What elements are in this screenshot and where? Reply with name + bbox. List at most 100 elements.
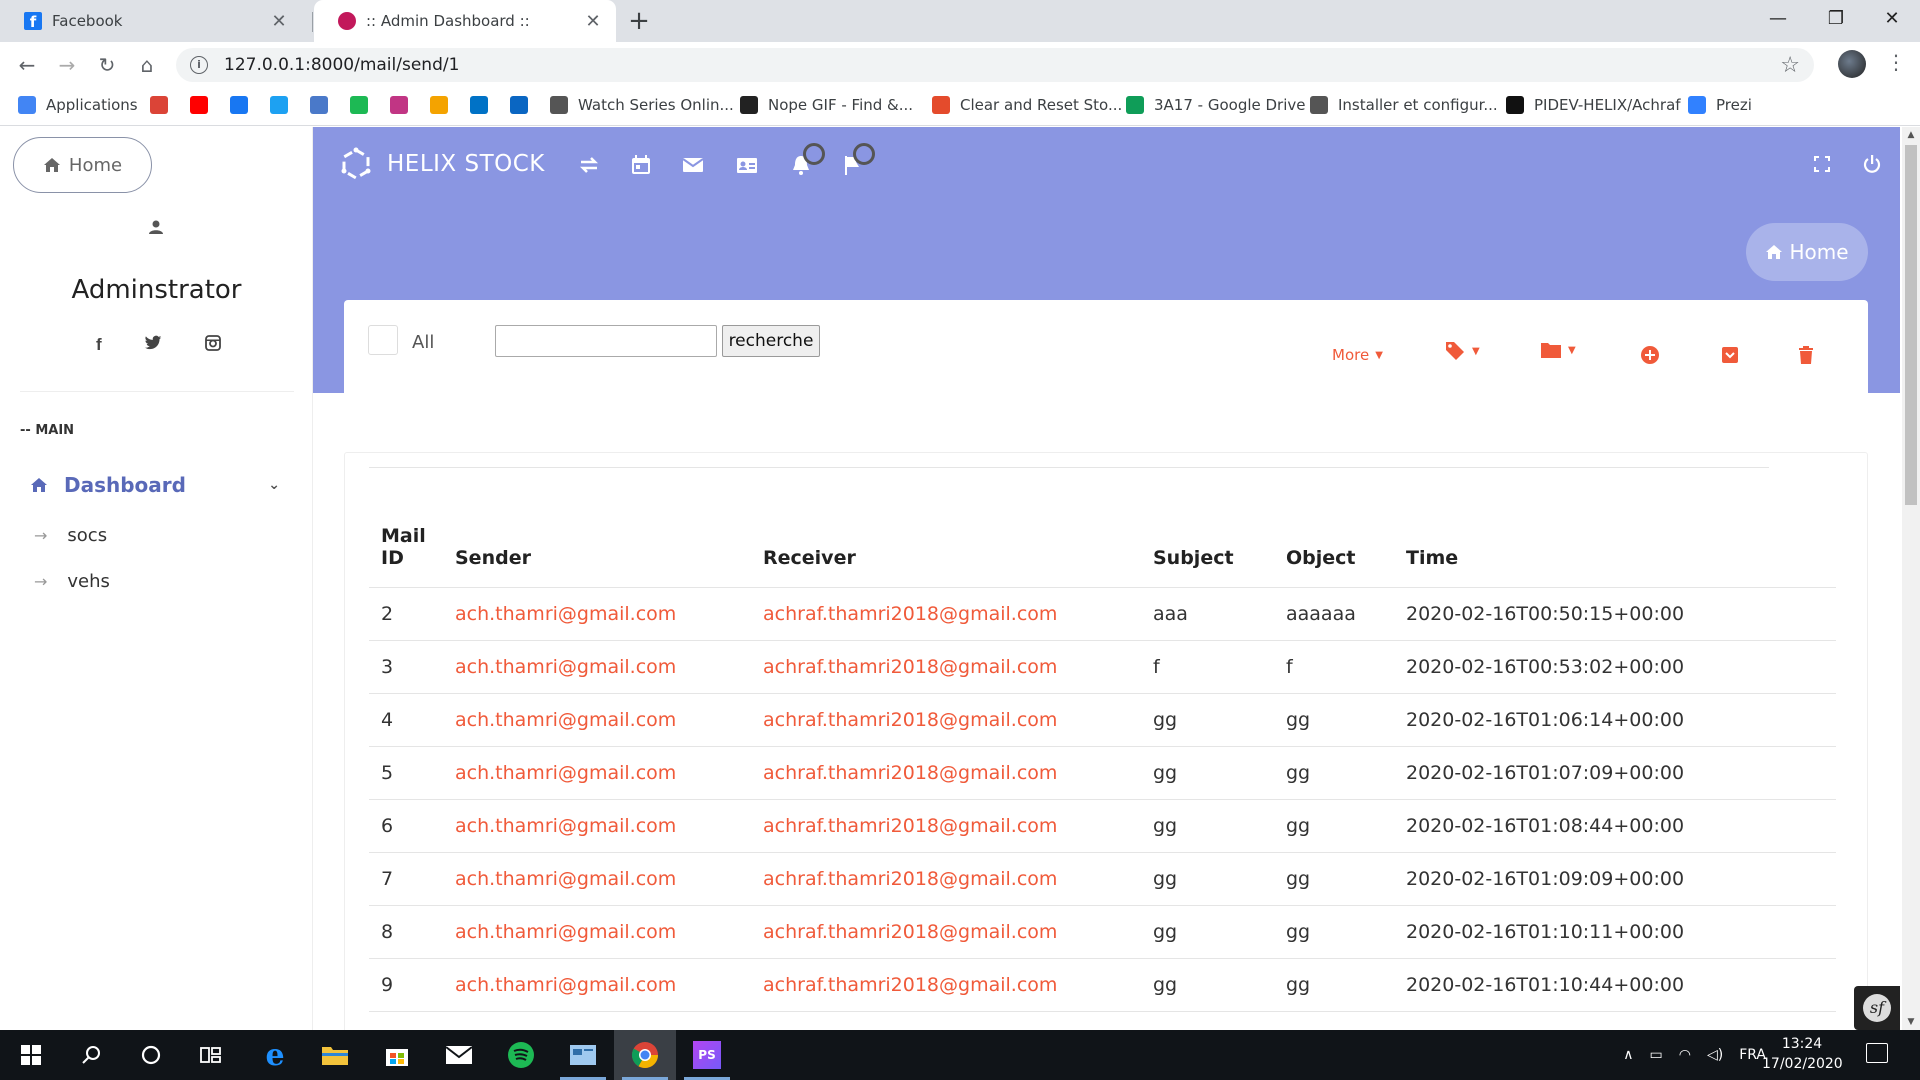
bookmark-item[interactable] [230,86,258,124]
table-row[interactable]: 3 ach.thamri@gmail.com achraf.thamri2018@g… [369,640,1836,694]
twitter-icon[interactable] [144,335,162,351]
receiver-cell[interactable]: achraf.thamri2018@gmail.com [751,640,1141,694]
receiver-cell[interactable]: achraf.thamri2018@gmail.com [751,958,1141,1012]
address-bar[interactable]: i 127.0.0.1:8000/mail/send/1 ☆ [176,48,1814,82]
bookmark-item[interactable]: Installer et configur... [1310,86,1498,124]
table-row[interactable]: 4 ach.thamri@gmail.com achraf.thamri2018@g… [369,693,1836,747]
bookmark-item[interactable] [470,86,498,124]
bookmark-item[interactable] [390,86,418,124]
table-row[interactable]: 9 ach.thamri@gmail.com achraf.thamri2018@g… [369,958,1836,1012]
action-center-icon[interactable] [1866,1043,1888,1063]
bookmark-item[interactable] [150,86,178,124]
sender-cell[interactable]: ach.thamri@gmail.com [443,852,751,906]
home-browser-button[interactable]: ⌂ [132,50,162,80]
reload-button[interactable]: ↻ [92,50,122,80]
sender-cell[interactable]: ach.thamri@gmail.com [443,587,751,641]
site-info-icon[interactable]: i [190,56,208,74]
facebook-icon[interactable]: f [96,335,102,355]
taskbar-clock[interactable]: 13:24 17/02/2020 [1762,1034,1843,1074]
page-scrollbar[interactable]: ▲ ▼ [1902,127,1920,1030]
bookmark-star-icon[interactable]: ☆ [1780,53,1800,78]
power-icon[interactable] [1861,153,1883,175]
taskbar-control-panel[interactable] [552,1030,614,1080]
instagram-icon[interactable] [205,335,221,351]
bookmark-item[interactable]: Applications [18,86,138,124]
receiver-cell[interactable]: achraf.thamri2018@gmail.com [751,852,1141,906]
bookmark-item[interactable]: 3A17 - Google Drive [1126,86,1306,124]
bookmark-item[interactable] [270,86,298,124]
table-row[interactable]: 5 ach.thamri@gmail.com achraf.thamri2018@g… [369,746,1836,800]
sender-cell[interactable]: ach.thamri@gmail.com [443,905,751,959]
column-header-sender[interactable]: Sender [443,481,751,588]
table-row[interactable]: 6 ach.thamri@gmail.com achraf.thamri2018@g… [369,799,1836,853]
bookmark-item[interactable] [350,86,378,124]
sender-cell[interactable]: ach.thamri@gmail.com [443,958,751,1012]
receiver-cell[interactable]: achraf.thamri2018@gmail.com [751,587,1141,641]
receiver-cell[interactable]: achraf.thamri2018@gmail.com [751,905,1141,959]
close-tab-icon[interactable]: ✕ [270,11,288,32]
select-all-checkbox[interactable] [368,325,398,355]
bookmark-item[interactable]: Clear and Reset Sto... [932,86,1122,124]
search-input[interactable] [495,325,717,357]
taskbar-mail[interactable] [428,1030,490,1080]
column-header-mail-id[interactable]: Mail ID [369,481,443,588]
bookmark-item[interactable] [310,86,338,124]
browser-menu-icon[interactable]: ⋮ [1886,50,1906,74]
receiver-cell[interactable]: achraf.thamri2018@gmail.com [751,746,1141,800]
calendar-icon[interactable] [629,153,653,177]
sidebar-item-dashboard[interactable]: Dashboard ⌄ [30,467,280,503]
sidebar-item-socs[interactable]: → socs [34,525,107,546]
search-button[interactable]: recherche [722,325,820,357]
profile-avatar[interactable] [1838,50,1866,78]
sidebar-item-vehs[interactable]: → vehs [34,571,110,592]
tab-facebook[interactable]: f Facebook ✕ [0,0,302,42]
table-row[interactable]: 2 ach.thamri@gmail.com achraf.thamri2018@g… [369,587,1836,641]
fullscreen-icon[interactable] [1811,153,1833,175]
bookmark-item[interactable]: Prezi [1688,86,1752,124]
add-circle-icon[interactable] [1640,345,1660,365]
column-header-object[interactable]: Object [1274,481,1394,588]
archive-icon[interactable] [1720,345,1740,365]
bookmark-item[interactable] [190,86,218,124]
table-row[interactable]: 7 ach.thamri@gmail.com achraf.thamri2018@g… [369,852,1836,906]
contact-card-icon[interactable] [735,153,759,177]
mail-icon[interactable] [681,153,705,177]
table-row[interactable]: 8 ach.thamri@gmail.com achraf.thamri2018@g… [369,905,1836,959]
bookmark-item[interactable]: Watch Series Onlin... [550,86,734,124]
taskbar-phpstorm[interactable]: PS [676,1030,738,1080]
swap-icon[interactable] [577,153,601,177]
tab-admin-dashboard[interactable]: :: Admin Dashboard :: ✕ [314,0,616,42]
new-tab-button[interactable]: + [624,6,654,36]
sender-cell[interactable]: ach.thamri@gmail.com [443,799,751,853]
taskbar-edge[interactable]: e [244,1030,306,1080]
sender-cell[interactable]: ach.thamri@gmail.com [443,746,751,800]
bookmark-item[interactable]: PIDEV-HELIX/Achraf [1506,86,1681,124]
back-button[interactable]: ← [12,50,42,80]
bookmark-item[interactable]: Nope GIF - Find &... [740,86,913,124]
taskbar-store[interactable] [366,1030,428,1080]
bookmark-item[interactable] [510,86,538,124]
receiver-cell[interactable]: achraf.thamri2018@gmail.com [751,799,1141,853]
minimize-window-button[interactable]: — [1748,0,1808,38]
task-view-button[interactable] [180,1030,242,1080]
volume-icon[interactable]: ◁) [1707,1047,1723,1063]
close-window-button[interactable]: ✕ [1862,0,1920,38]
folder-dropdown[interactable]: ▼ [1540,340,1576,360]
column-header-receiver[interactable]: Receiver [751,481,1141,588]
close-tab-icon[interactable]: ✕ [584,11,602,32]
scroll-down-icon[interactable]: ▼ [1902,1014,1920,1030]
taskbar-file-explorer[interactable] [304,1030,366,1080]
more-dropdown[interactable]: More ▼ [1332,346,1383,364]
breadcrumb-home-button[interactable]: Home [1746,223,1868,281]
forward-button[interactable]: → [52,50,82,80]
search-taskbar-button[interactable] [60,1030,122,1080]
tag-dropdown[interactable]: ▼ [1444,340,1480,362]
column-header-time[interactable]: Time [1394,481,1836,588]
receiver-cell[interactable]: achraf.thamri2018@gmail.com [751,693,1141,747]
start-button[interactable] [0,1030,62,1080]
sender-cell[interactable]: ach.thamri@gmail.com [443,693,751,747]
trash-icon[interactable] [1798,345,1814,365]
wifi-icon[interactable]: ◠ [1679,1047,1691,1063]
taskbar-spotify[interactable] [490,1030,552,1080]
symfony-toolbar-toggle[interactable]: sf [1854,986,1900,1030]
